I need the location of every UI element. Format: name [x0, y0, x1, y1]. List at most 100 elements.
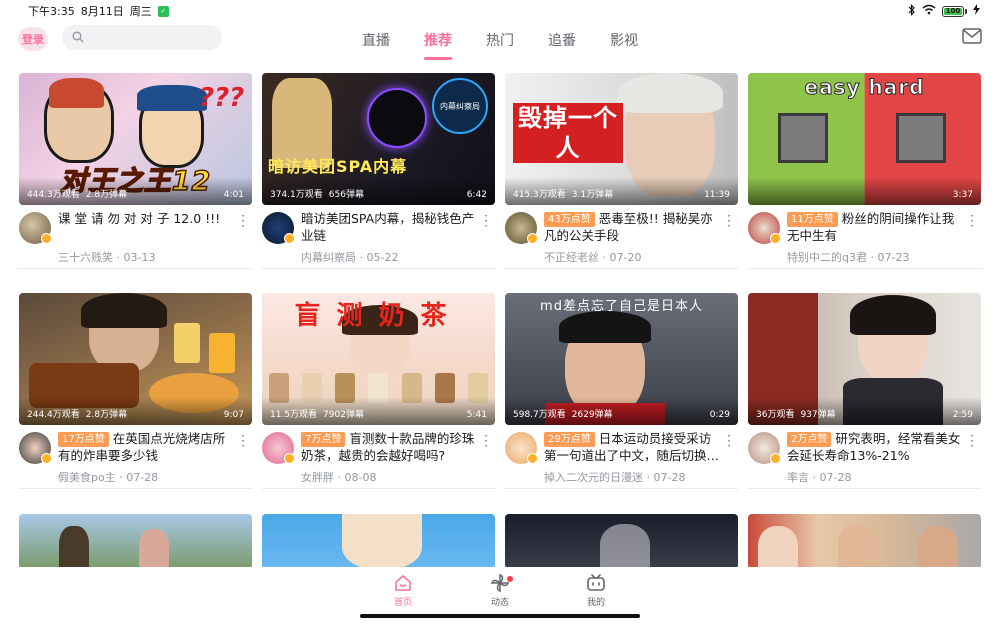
like-count-badge: 43万点赞: [544, 212, 595, 227]
video-card[interactable]: [19, 514, 252, 569]
bottom-tab-mine[interactable]: 我的: [571, 573, 621, 608]
video-stats: 36万观看 937弹幕 2:59: [748, 397, 981, 425]
view-count: 374.1万观看: [270, 190, 323, 200]
video-title[interactable]: 2万点赞 研究表明，经常看美女会延长寿命13%-21%: [787, 430, 965, 464]
video-card[interactable]: [748, 514, 981, 569]
divider: [262, 268, 495, 269]
more-options-icon[interactable]: · · ·: [724, 210, 734, 232]
home-icon: [378, 573, 428, 593]
video-card[interactable]: ??? 对王之王12 444.3万观看 2.8万弹幕 4:01 课 堂 请 勿 …: [19, 73, 252, 269]
publish-date: 07-20: [609, 251, 642, 264]
video-thumbnail[interactable]: 内幕纠察局 暗访美团SPA内幕 374.1万观看 656弹幕 6:42: [262, 73, 495, 205]
video-card[interactable]: [505, 514, 738, 569]
danmaku-count: 2.8万弹幕: [85, 410, 128, 420]
video-stats: 444.3万观看 2.8万弹幕 4:01: [19, 177, 252, 205]
author-name[interactable]: 掉入二次元的日漫迷: [544, 471, 643, 484]
author-name[interactable]: 率言: [787, 471, 809, 484]
more-options-icon[interactable]: · · ·: [481, 430, 491, 452]
video-title[interactable]: 7万点赞 盲测数十款品牌的珍珠奶茶，越贵的会越好喝吗?: [301, 430, 479, 464]
like-count-badge: 29万点赞: [544, 432, 595, 447]
author-name[interactable]: 特别中二的q3君: [787, 251, 867, 264]
view-count: 444.3万观看: [27, 190, 80, 200]
more-options-icon[interactable]: · · ·: [238, 430, 248, 452]
video-thumbnail[interactable]: 毁掉一个人 415.3万观看 3.1万弹幕 11:39: [505, 73, 738, 205]
video-meta: 假美食po主 · 07-28: [58, 471, 159, 484]
view-count: 36万观看: [756, 410, 795, 420]
more-options-icon[interactable]: · · ·: [967, 210, 977, 232]
video-thumbnail[interactable]: [19, 514, 252, 569]
tab-live[interactable]: 直播: [360, 26, 392, 54]
like-count-badge: 2万点赞: [787, 432, 832, 447]
publish-date: 08-08: [344, 471, 377, 484]
author-name[interactable]: 假美食po主: [58, 471, 116, 484]
author-name[interactable]: 女胖胖: [301, 471, 334, 484]
video-thumbnail[interactable]: 盲测奶茶 11.5万观看 7902弹幕 5:41: [262, 293, 495, 425]
video-meta: 率言 · 07-28: [787, 471, 852, 484]
search-icon: [72, 28, 84, 47]
verified-badge-icon: [284, 453, 295, 464]
video-thumbnail[interactable]: md差点忘了自己是日本人 598.7万观看 2629弹幕 0:29: [505, 293, 738, 425]
bottom-tab-dynamic[interactable]: 动态: [475, 573, 525, 608]
author-name[interactable]: 三十六贱笑: [58, 251, 113, 264]
author-name[interactable]: 不正经老丝: [544, 251, 599, 264]
bottom-tab-home[interactable]: 首页: [378, 573, 428, 608]
status-weekday: 周三: [129, 5, 152, 18]
search-input[interactable]: [88, 31, 208, 44]
divider: [748, 268, 981, 269]
video-title[interactable]: 17万点赞 在英国点光烧烤店所有的炸串要多少钱: [58, 430, 236, 464]
author-name[interactable]: 内幕纠察局: [301, 251, 356, 264]
channel-tabs: 直播 推荐 热门 追番 影视: [360, 22, 640, 60]
status-bar: 下午3:35 8月11日 周三 ✓ 100: [0, 0, 1000, 22]
video-card[interactable]: 36万观看 937弹幕 2:59 2万点赞 研究表明，经常看美女会延长寿命13%-…: [748, 293, 981, 489]
more-options-icon[interactable]: · · ·: [724, 430, 734, 452]
view-count: 11.5万观看: [270, 410, 318, 420]
video-thumbnail[interactable]: 36万观看 937弹幕 2:59: [748, 293, 981, 425]
duration: 3:37: [952, 190, 973, 200]
thumbnail-caption: 毁掉一个人: [513, 103, 623, 163]
video-title[interactable]: 11万点赞 粉丝的阴间操作让我无中生有: [787, 210, 965, 244]
search-bar[interactable]: [62, 25, 222, 50]
more-options-icon[interactable]: · · ·: [967, 430, 977, 452]
video-card[interactable]: [262, 514, 495, 569]
video-card[interactable]: md差点忘了自己是日本人 598.7万观看 2629弹幕 0:29 29万点赞日…: [505, 293, 738, 489]
danmaku-count: 2629弹幕: [571, 410, 613, 420]
divider: [19, 268, 252, 269]
video-thumbnail[interactable]: [262, 514, 495, 569]
home-indicator[interactable]: [360, 614, 640, 618]
video-title[interactable]: 课 堂 请 勿 对 对 子 12.0 !!!: [58, 210, 236, 227]
video-stats: 374.1万观看 656弹幕 6:42: [262, 177, 495, 205]
video-thumbnail[interactable]: 244.4万观看 2.8万弹幕 9:07: [19, 293, 252, 425]
video-title[interactable]: 29万点赞 日本运动员接受采访第一句道出了中文，随后切换…: [544, 430, 722, 464]
video-thumbnail[interactable]: [505, 514, 738, 569]
video-title[interactable]: 暗访美团SPA内幕，揭秘钱色产业链: [301, 210, 479, 244]
tab-anime[interactable]: 追番: [546, 26, 578, 54]
mail-icon[interactable]: [962, 28, 982, 44]
status-date: 8月11日: [80, 5, 124, 18]
more-options-icon[interactable]: · · ·: [238, 210, 248, 232]
tab-hot[interactable]: 热门: [484, 26, 516, 54]
thumbnail-caption: md差点忘了自己是日本人: [540, 299, 703, 314]
duration: 9:07: [223, 410, 244, 420]
video-card[interactable]: easy hard 3:37 11万点赞 粉丝的阴间操作让我无中生有 特别中二的q…: [748, 73, 981, 269]
video-title[interactable]: 43万点赞 恶毒至极!! 揭秘吴亦凡的公关手段: [544, 210, 722, 244]
more-options-icon[interactable]: · · ·: [481, 210, 491, 232]
thumbnail-caption: 暗访美团SPA内幕: [268, 157, 408, 176]
video-thumbnail[interactable]: [748, 514, 981, 569]
publish-date: 07-23: [877, 251, 910, 264]
video-meta: 内幕纠察局 · 05-22: [301, 251, 399, 264]
verified-badge-icon: [527, 453, 538, 464]
duration: 6:42: [466, 190, 487, 200]
tab-movies[interactable]: 影视: [608, 26, 640, 54]
video-stats: 415.3万观看 3.1万弹幕 11:39: [505, 177, 738, 205]
video-card[interactable]: 毁掉一个人 415.3万观看 3.1万弹幕 11:39 43万点赞 恶毒至极!! …: [505, 73, 738, 269]
tab-recommend[interactable]: 推荐: [422, 26, 454, 60]
verified-badge-icon: [41, 453, 52, 464]
login-button[interactable]: 登录: [18, 27, 48, 51]
publish-date: 03-13: [123, 251, 156, 264]
video-thumbnail[interactable]: ??? 对王之王12 444.3万观看 2.8万弹幕 4:01: [19, 73, 252, 205]
publish-date: 07-28: [126, 471, 159, 484]
video-card[interactable]: 盲测奶茶 11.5万观看 7902弹幕 5:41 7万点赞 盲测数十款品牌的珍珠奶…: [262, 293, 495, 489]
video-card[interactable]: 244.4万观看 2.8万弹幕 9:07 17万点赞 在英国点光烧烤店所有的炸串要…: [19, 293, 252, 489]
video-card[interactable]: 内幕纠察局 暗访美团SPA内幕 374.1万观看 656弹幕 6:42 暗访美团…: [262, 73, 495, 269]
video-thumbnail[interactable]: easy hard 3:37: [748, 73, 981, 205]
